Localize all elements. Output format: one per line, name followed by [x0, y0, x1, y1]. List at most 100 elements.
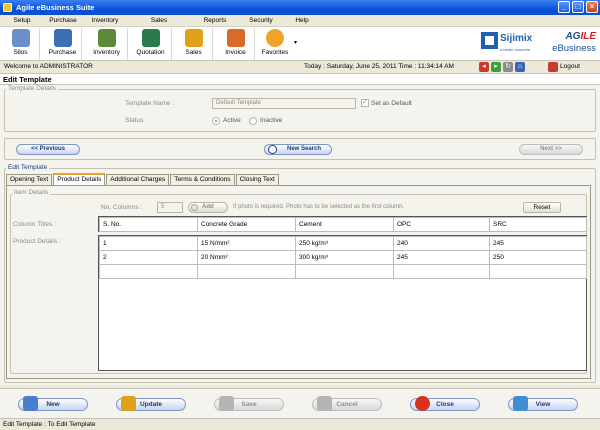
cancel-button[interactable]: Cancel	[312, 396, 382, 411]
toolbar-sales-button[interactable]: Sales	[175, 28, 213, 60]
column-title-cell[interactable]: Concrete Grade	[197, 217, 296, 232]
close-window-icon[interactable]: ×	[586, 1, 598, 13]
menu-security[interactable]: Security	[240, 15, 282, 26]
add-columns-button[interactable]: Add	[188, 202, 228, 213]
table-cell[interactable]: 250 kg/m³	[295, 236, 394, 251]
previous-button[interactable]: << Previous	[16, 144, 80, 155]
view-button[interactable]: View	[508, 396, 578, 411]
minimize-icon[interactable]: _	[558, 1, 570, 13]
menu-bar: Setup Purchase Inventory Sales Reports S…	[0, 15, 600, 27]
welcome-text: Welcome to ADMINISTRATOR	[4, 63, 93, 70]
forward-icon[interactable]: ▸	[491, 62, 501, 72]
no-columns-input[interactable]: 5	[157, 202, 183, 213]
table-cell[interactable]: 2	[99, 250, 198, 265]
menu-setup[interactable]: Setup	[0, 15, 44, 26]
save-button[interactable]: Save	[214, 396, 284, 411]
star-icon	[266, 29, 284, 47]
menu-sales[interactable]: Sales	[128, 15, 190, 26]
next-button[interactable]: Next >>	[519, 144, 583, 155]
back-icon[interactable]: ◂	[479, 62, 489, 72]
product-details-panel: Item Details No. Columns : 5 Add If phot…	[6, 185, 591, 379]
table-cell[interactable]: 245	[393, 250, 490, 265]
menu-purchase[interactable]: Purchase	[44, 15, 82, 26]
edit-template-legend: Edit Template	[6, 164, 50, 171]
reset-button[interactable]: Reset	[523, 202, 561, 213]
toolbar-purchase-button[interactable]: Purchase	[44, 28, 82, 60]
new-button[interactable]: New	[18, 396, 88, 411]
tab-opening-text[interactable]: Opening Text	[6, 174, 53, 185]
update-label: Update	[139, 401, 163, 408]
new-search-button[interactable]: New Search	[264, 144, 332, 155]
template-details-section	[4, 89, 596, 132]
column-title-cell[interactable]: Cement	[295, 217, 394, 232]
table-cell[interactable]	[489, 264, 587, 279]
logout-icon	[548, 62, 558, 72]
truck-icon	[53, 29, 72, 47]
table-row	[99, 264, 587, 279]
table-cell[interactable]	[99, 264, 198, 279]
set-default-checkbox[interactable]	[361, 98, 369, 107]
app-icon	[3, 3, 12, 12]
column-titles-table: S. No. Concrete Grade Cement OPC SRC	[99, 217, 587, 232]
maximize-icon[interactable]: □	[572, 1, 584, 13]
table-cell[interactable]: 1	[99, 236, 198, 251]
table-cell[interactable]: 250	[489, 250, 587, 265]
cancel-label: Cancel	[336, 401, 358, 408]
new-label: New	[46, 401, 60, 408]
close-button[interactable]: Close	[410, 396, 480, 411]
table-cell[interactable]	[393, 264, 490, 279]
window-title-bar: Agile eBusiness Suite _ □ ×	[0, 0, 600, 15]
table-cell[interactable]: 245	[489, 236, 587, 251]
status-active-label: Active	[223, 117, 241, 124]
toolbar-inventory-button[interactable]: Inventory	[86, 28, 128, 60]
menu-help[interactable]: Help	[282, 15, 322, 26]
set-default-label: Set as Default	[371, 100, 412, 107]
status-inactive-label: Inactive	[260, 117, 283, 124]
table-cell[interactable]	[197, 264, 296, 279]
sales-icon	[184, 29, 203, 47]
new-icon	[23, 396, 38, 411]
toolbar-invoice-button[interactable]: Invoice	[217, 28, 255, 60]
refresh-icon[interactable]: ↻	[503, 62, 513, 72]
add-icon	[191, 204, 198, 211]
home-icon[interactable]: ⌂	[515, 62, 525, 72]
toolbar-button-label: Silos	[13, 49, 28, 56]
toolbar-quotation-button[interactable]: Quotation	[130, 28, 172, 60]
tab-additional-charges[interactable]: Additional Charges	[106, 174, 170, 185]
toolbar-button-label: Quotation	[136, 49, 165, 56]
column-title-cell[interactable]: OPC	[393, 217, 490, 232]
toolbar-silos-button[interactable]: Silos	[2, 28, 40, 60]
save-icon	[219, 396, 234, 411]
menu-reports[interactable]: Reports	[190, 15, 240, 26]
toolbar-button-label: Favorites	[261, 49, 289, 56]
table-cell[interactable]: 20 Nmm²	[197, 250, 296, 265]
logout-button[interactable]: Logout	[548, 61, 580, 73]
status-inactive-radio[interactable]	[249, 117, 257, 125]
product-details-label: Product Details :	[13, 238, 61, 245]
toolbar-button-label: Purchase	[48, 49, 77, 56]
table-cell[interactable]: 240	[393, 236, 490, 251]
toolbar-button-label: Inventory	[93, 49, 120, 56]
table-row: S. No. Concrete Grade Cement OPC SRC	[99, 217, 587, 232]
column-title-cell[interactable]: S. No.	[99, 217, 198, 232]
inventory-icon	[97, 29, 116, 47]
template-details-legend: Template Details	[6, 85, 59, 92]
agile-logo-b: ILE	[580, 31, 596, 42]
template-name-input[interactable]: Default Template	[212, 98, 356, 109]
tab-closing-text[interactable]: Closing Text	[235, 174, 279, 185]
toolbar-favorites-button[interactable]: Favorites	[258, 28, 292, 60]
table-cell[interactable]	[295, 264, 394, 279]
table-cell[interactable]: 300 kg/m³	[295, 250, 394, 265]
menu-inventory[interactable]: Inventory	[82, 15, 128, 26]
status-bar: Edit Template : To Edit Template	[0, 418, 600, 430]
table-cell[interactable]: 15 N/mm²	[197, 236, 296, 251]
status-active-radio[interactable]	[212, 117, 220, 125]
agile-ebusiness-logo: AGILE eBusiness	[540, 31, 596, 57]
chevron-down-icon[interactable]: ▾	[294, 39, 297, 46]
view-icon	[513, 396, 528, 411]
product-details-table: 1 15 N/mm² 250 kg/m³ 240 245 2 20 Nmm² 3…	[99, 236, 587, 279]
tab-terms-conditions[interactable]: Terms & Conditions	[170, 174, 235, 185]
column-title-cell[interactable]: SRC	[489, 217, 587, 232]
tab-product-details[interactable]: Product Details	[53, 173, 106, 185]
update-button[interactable]: Update	[116, 396, 186, 411]
